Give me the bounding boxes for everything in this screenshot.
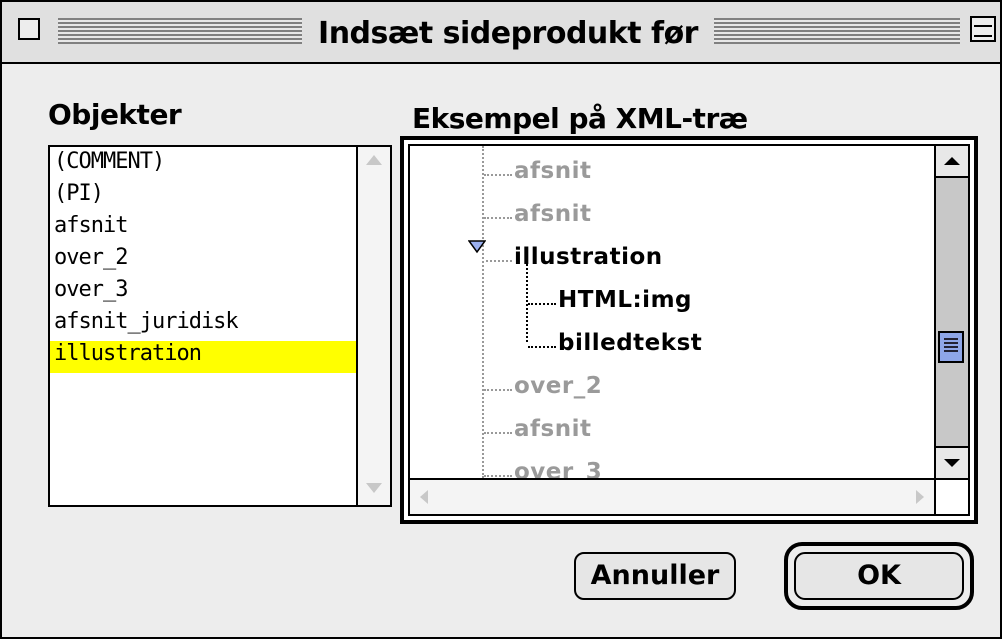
scroll-down-arrow-icon[interactable] [366,483,382,493]
objects-list-items: (COMMENT) (PI) afsnit over_2 over_3 afsnit_ju… [50,149,356,373]
ok-button[interactable]: OK [794,552,964,600]
disclosure-triangle-icon[interactable] [468,240,486,254]
collapse-box-icon[interactable] [970,16,996,42]
tree-node-label: illustration [514,244,663,270]
tree-node[interactable]: afsnit [410,199,910,233]
tree-node[interactable]: billedtekst [410,328,910,362]
list-item[interactable]: over_3 [50,277,356,309]
list-item[interactable]: afsnit [50,213,356,245]
objects-list[interactable]: (COMMENT) (PI) afsnit over_2 over_3 afsnit_ju… [48,145,392,507]
ok-button-default-ring: OK [784,542,974,610]
scroll-right-arrow-icon[interactable] [916,490,924,504]
tree-horizontal-scrollbar[interactable] [410,478,934,514]
tree-node[interactable]: HTML:img [410,285,910,319]
list-item[interactable]: illustration [50,341,356,373]
window-title: Indsæt sideprodukt før [302,16,714,51]
tree-connector [528,303,556,305]
tree-node-label: afsnit [514,416,592,442]
scroll-thumb[interactable] [938,331,964,363]
scroll-down-arrow-icon [944,459,960,467]
dialog-window: Indsæt sideprodukt før Objekter (COMMENT… [0,0,1002,639]
tree-node-label: over_2 [514,373,603,399]
title-bar[interactable]: Indsæt sideprodukt før [2,2,1000,64]
list-item[interactable]: over_2 [50,245,356,277]
scroll-up-arrow-icon [944,157,960,165]
tree-connector [484,174,512,176]
tree-node[interactable]: afsnit [410,414,910,448]
tree-node-label: afsnit [514,158,592,184]
tree-label: Eksempel på XML-træ [412,102,748,135]
objects-list-scrollbar[interactable] [356,147,390,505]
xml-tree-frame: afsnit afsnit illustration HTML:img billedte… [400,136,978,524]
title-stripes-right [710,18,960,44]
tree-vertical-scrollbar[interactable] [934,146,968,478]
list-item[interactable]: (COMMENT) [50,149,356,181]
objects-label: Objekter [48,98,182,131]
tree-connector [528,346,556,348]
tree-connector [484,432,512,434]
title-stripes-left [58,18,308,44]
tree-connector [486,260,512,262]
tree-connector [484,217,512,219]
list-item[interactable]: afsnit_juridisk [50,309,356,341]
scroll-up-arrow-icon[interactable] [366,155,382,165]
tree-node-label: afsnit [514,201,592,227]
tree-node-label: HTML:img [558,287,692,313]
scroll-corner [934,478,968,514]
scroll-left-arrow-icon[interactable] [420,490,428,504]
scroll-up-button[interactable] [936,146,968,178]
cancel-button[interactable]: Annuller [574,552,736,600]
xml-tree-view[interactable]: afsnit afsnit illustration HTML:img billedte… [408,144,970,516]
list-item[interactable]: (PI) [50,181,356,213]
tree-connector [484,475,512,477]
tree-connector [484,389,512,391]
tree-node[interactable]: over_2 [410,371,910,405]
tree-node-label: billedtekst [558,330,703,356]
tree-node[interactable]: afsnit [410,156,910,190]
scroll-down-button[interactable] [936,446,968,478]
close-box-icon[interactable] [18,18,40,40]
